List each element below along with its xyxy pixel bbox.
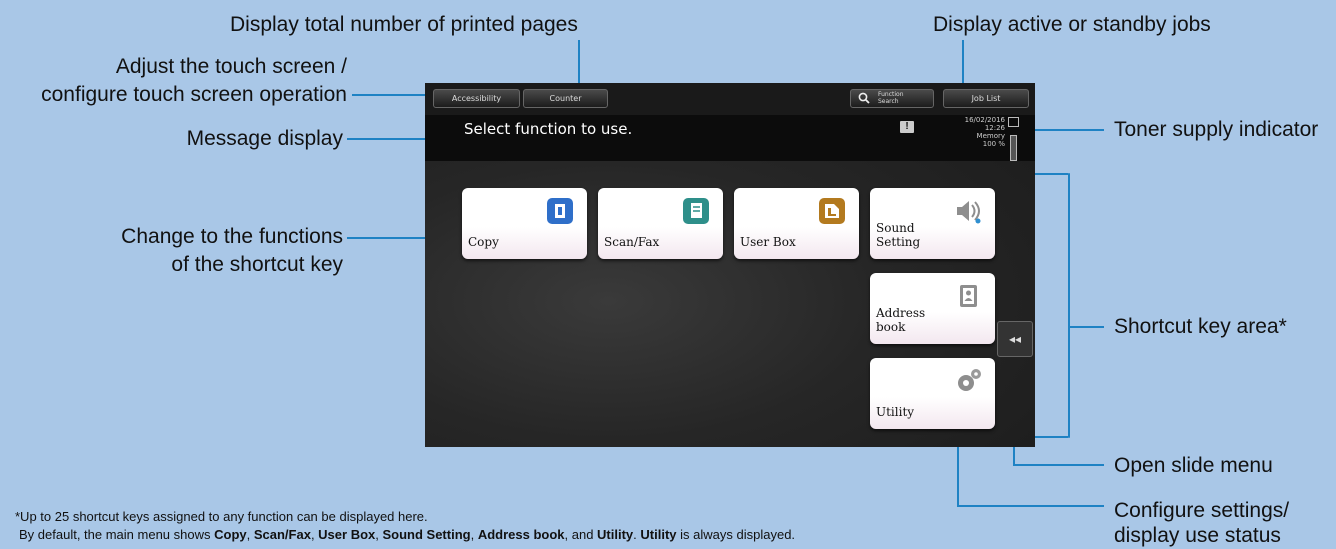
callout-adjust-line2: configure touch screen operation: [41, 83, 347, 106]
shortcut-label: Scan/Fax: [604, 235, 660, 249]
callout-change-line2: of the shortcut key: [171, 253, 343, 276]
status-memory-label: Memory: [976, 132, 1005, 140]
user-box-icon: [819, 198, 845, 224]
callout-active-jobs: Display active or standby jobs: [933, 13, 1211, 36]
status-memory-value: 100 %: [982, 140, 1005, 148]
callout-total-pages: Display total number of printed pages: [230, 13, 578, 36]
status-date: 16/02/2016: [964, 116, 1005, 124]
shortcut-scan-fax[interactable]: Scan/Fax: [598, 188, 723, 259]
address-book-icon: [960, 285, 977, 307]
slide-menu-button[interactable]: ◂◂: [997, 321, 1033, 357]
callout-configure-line1: Configure settings/: [1114, 499, 1290, 522]
footnote-line2: By default, the main menu shows Copy, Sc…: [19, 527, 796, 542]
speaker-icon: [957, 201, 981, 224]
top-bar: Accessibility Counter Function Search Job…: [425, 83, 1035, 116]
warning-icon[interactable]: !: [900, 121, 914, 133]
leader-message: [347, 138, 429, 140]
footnote: *Up to 25 shortcut keys assigned to any …: [15, 508, 795, 544]
touch-panel-screen: Accessibility Counter Function Search Job…: [425, 83, 1035, 447]
callout-configure-line2: display use status: [1114, 524, 1281, 547]
callout-message-display: Message display: [186, 127, 343, 150]
shortcut-label: Address book: [876, 306, 926, 334]
callout-open-slide: Open slide menu: [1114, 454, 1273, 477]
footnote-line1: *Up to 25 shortcut keys assigned to any …: [15, 509, 428, 524]
leader-slide-h: [1013, 464, 1104, 466]
shortcut-sound-setting[interactable]: Sound Setting: [870, 188, 995, 259]
status-readout: 16/02/2016 12:26 Memory 100 %: [933, 116, 1005, 148]
callout-change-line1: Change to the functions: [121, 225, 343, 248]
function-search-button[interactable]: Function Search: [850, 89, 934, 108]
toner-icon: [1008, 117, 1019, 127]
shortcut-utility[interactable]: Utility: [870, 358, 995, 429]
shortcut-user-box[interactable]: User Box: [734, 188, 859, 259]
search-icon: [858, 92, 870, 104]
callout-toner-indicator: Toner supply indicator: [1114, 118, 1319, 141]
scan-fax-icon: [683, 198, 709, 224]
message-text: Select function to use.: [464, 120, 633, 138]
shortcut-label: Utility: [876, 405, 915, 419]
bracket-vertical: [1068, 173, 1070, 438]
counter-button[interactable]: Counter: [523, 89, 608, 108]
leader-shortcut: [1070, 326, 1104, 328]
toner-level-indicator: [1010, 135, 1017, 161]
shortcut-label: User Box: [740, 235, 796, 249]
message-bar: Select function to use. ! 16/02/2016 12:…: [425, 115, 1035, 161]
gear-icon: [958, 369, 981, 391]
bracket-bottom: [1032, 436, 1068, 438]
shortcut-label: Sound Setting: [876, 221, 921, 249]
status-time: 12:26: [984, 124, 1005, 132]
leader-toner: [1026, 129, 1104, 131]
shortcut-copy[interactable]: Copy: [462, 188, 587, 259]
function-search-label: Function Search: [878, 91, 904, 105]
leader-utility-h: [957, 505, 1104, 507]
callout-shortcut-area: Shortcut key area*: [1114, 315, 1287, 338]
job-list-button[interactable]: Job List: [943, 89, 1029, 108]
copy-icon: [547, 198, 573, 224]
shortcut-label: Copy: [468, 235, 499, 249]
shortcut-address-book[interactable]: Address book: [870, 273, 995, 344]
bracket-top: [1032, 173, 1068, 175]
accessibility-button[interactable]: Accessibility: [433, 89, 520, 108]
callout-adjust-line1: Adjust the touch screen /: [115, 55, 347, 78]
leader-adjust: [352, 94, 434, 96]
